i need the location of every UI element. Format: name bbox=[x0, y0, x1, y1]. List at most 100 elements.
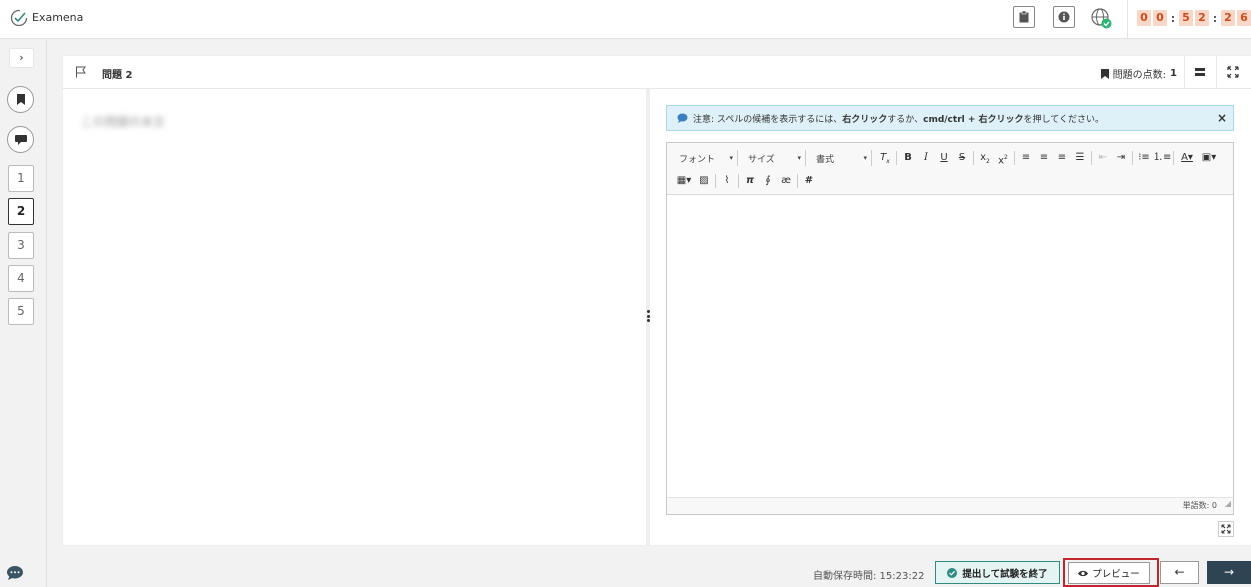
background-color-icon[interactable]: ▣▾ bbox=[1198, 150, 1220, 166]
next-question-button[interactable]: → bbox=[1207, 561, 1251, 584]
points-label: 問題の点数: bbox=[1112, 70, 1167, 81]
question-sidebar: › 1 2 3 4 5 bbox=[0, 40, 47, 587]
expand-sidebar-button[interactable]: › bbox=[9, 48, 34, 68]
align-left-icon[interactable]: ≡ bbox=[1017, 150, 1035, 166]
notice-suffix: を押してください。 bbox=[1023, 114, 1104, 125]
strikethrough-icon[interactable]: S bbox=[953, 150, 971, 166]
timer-digit: 6 bbox=[1237, 10, 1251, 26]
question-nav-4[interactable]: 4 bbox=[8, 265, 34, 292]
notice-combo: cmd/ctrl + 右クリック bbox=[923, 114, 1024, 125]
math-pi-icon[interactable]: π bbox=[741, 173, 759, 189]
superscript-icon[interactable]: x2 bbox=[994, 150, 1012, 166]
submit-exam-button[interactable]: 提出して試験を終了 bbox=[935, 561, 1060, 584]
code-block-icon[interactable]: # bbox=[800, 173, 818, 189]
expand-icon[interactable] bbox=[1226, 65, 1240, 79]
toolbar-row-1: フォント ▾ サイズ ▾ 書式 ▾ Tx B I U S x2 x2 ≡ ≡ ≡ ☰ … bbox=[673, 148, 1220, 168]
align-right-icon[interactable]: ≡ bbox=[1053, 150, 1071, 166]
clear-format-icon[interactable]: Tx bbox=[876, 150, 894, 166]
question-nav-3[interactable]: 3 bbox=[8, 232, 34, 259]
toolbar-separator bbox=[797, 174, 798, 188]
chat-icon[interactable] bbox=[6, 565, 24, 581]
notes-filter-button[interactable] bbox=[7, 126, 34, 153]
editor-content-area[interactable] bbox=[667, 195, 1233, 498]
bookmark-icon bbox=[16, 94, 25, 105]
format-select[interactable]: 書式 ▾ bbox=[810, 150, 872, 166]
italic-icon[interactable]: I bbox=[917, 150, 935, 166]
image-icon[interactable]: ▨ bbox=[695, 173, 713, 189]
timer-colon: : bbox=[1170, 11, 1176, 25]
timer-digit: 2 bbox=[1195, 10, 1209, 26]
indent-icon[interactable]: ⇥ bbox=[1112, 150, 1130, 166]
font-select[interactable]: フォント ▾ bbox=[673, 150, 738, 166]
timer-digit: 2 bbox=[1221, 10, 1235, 26]
clipboard-button[interactable] bbox=[1013, 6, 1035, 28]
comment-icon bbox=[677, 113, 688, 123]
question-nav-5[interactable]: 5 bbox=[8, 298, 34, 325]
size-select[interactable]: サイズ ▾ bbox=[742, 150, 806, 166]
align-justify-icon[interactable]: ☰ bbox=[1071, 150, 1089, 166]
splitter-handle-icon[interactable] bbox=[646, 310, 650, 322]
subscript-icon[interactable]: x2 bbox=[976, 150, 994, 166]
bookmarks-filter-button[interactable] bbox=[7, 86, 34, 113]
header-divider bbox=[1184, 56, 1185, 89]
word-count: 単語数: 0 ◢ bbox=[667, 497, 1233, 514]
header-divider bbox=[1216, 56, 1217, 89]
bold-icon[interactable]: B bbox=[899, 150, 917, 166]
clipboard-icon bbox=[1019, 11, 1029, 23]
align-center-icon[interactable]: ≡ bbox=[1035, 150, 1053, 166]
previous-question-button[interactable]: ← bbox=[1160, 561, 1199, 584]
preview-button[interactable]: プレビュー bbox=[1068, 562, 1150, 584]
resize-handle-icon[interactable]: ◢ bbox=[1225, 496, 1231, 512]
autosave-time: 自動保存時間: 15:23:22 bbox=[813, 571, 925, 582]
toolbar-separator bbox=[1091, 151, 1092, 165]
toolbar-separator bbox=[973, 151, 974, 165]
info-icon bbox=[1058, 11, 1070, 23]
text-color-icon[interactable]: A▾ bbox=[1176, 150, 1198, 166]
timer-colon: : bbox=[1212, 11, 1218, 25]
top-header: Examena 0 0 : 5 2 : 2 6 bbox=[0, 0, 1251, 39]
special-char-icon[interactable]: æ bbox=[777, 173, 795, 189]
outdent-icon[interactable]: ⇤ bbox=[1094, 150, 1112, 166]
flag-icon[interactable] bbox=[75, 66, 87, 78]
points-value: 1 bbox=[1170, 68, 1177, 79]
underline-icon[interactable]: U bbox=[935, 150, 953, 166]
bulleted-list-icon[interactable]: ⁝≡ bbox=[1135, 150, 1153, 166]
expand-icon bbox=[1221, 524, 1231, 534]
chemistry-icon[interactable]: ∮ bbox=[759, 173, 777, 189]
numbered-list-icon[interactable]: ⒈≡ bbox=[1153, 150, 1171, 166]
comment-icon bbox=[14, 134, 27, 145]
notice-prefix: 注意: スペルの候補を表示するには、 bbox=[693, 114, 843, 125]
editor-toolbar: フォント ▾ サイズ ▾ 書式 ▾ Tx B I U S x2 x2 ≡ ≡ ≡ ☰ … bbox=[667, 143, 1233, 195]
chevron-down-icon: ▾ bbox=[797, 154, 801, 162]
spellcheck-notice: 注意: スペルの候補を表示するには、 右クリック するか、 cmd/ctrl +… bbox=[666, 105, 1234, 131]
attachment-icon[interactable]: ⌇ bbox=[718, 173, 736, 189]
answer-editor: フォント ▾ サイズ ▾ 書式 ▾ Tx B I U S x2 x2 ≡ ≡ ≡ ☰ … bbox=[666, 142, 1234, 515]
timer-digit: 5 bbox=[1179, 10, 1193, 26]
preview-label: プレビュー bbox=[1092, 569, 1140, 580]
check-circle-icon bbox=[947, 567, 958, 578]
timer-divider bbox=[1127, 0, 1128, 39]
table-icon[interactable]: ▦▾ bbox=[673, 173, 695, 189]
question-points: 問題の点数: 1 bbox=[1100, 66, 1177, 81]
font-select-label: フォント bbox=[679, 154, 716, 165]
submit-exam-label: 提出して試験を終了 bbox=[962, 568, 1048, 580]
question-header: 問題 2 問題の点数: 1 bbox=[63, 56, 1251, 89]
editor-fullscreen-button[interactable] bbox=[1218, 521, 1234, 537]
chevron-down-icon: ▾ bbox=[729, 154, 733, 162]
network-status-icon[interactable] bbox=[1090, 7, 1114, 31]
question-nav-1[interactable]: 1 bbox=[8, 165, 34, 192]
question-title: 問題 2 bbox=[102, 70, 133, 81]
toolbar-separator bbox=[1173, 151, 1174, 165]
toolbar-separator bbox=[715, 174, 716, 188]
info-button[interactable] bbox=[1053, 6, 1075, 28]
toolbar-row-2: ▦▾ ▨ ⌇ π ∮ æ # bbox=[673, 171, 818, 191]
question-text: この問題の本文 bbox=[81, 115, 166, 129]
question-nav-2[interactable]: 2 bbox=[8, 198, 34, 225]
size-select-label: サイズ bbox=[748, 154, 775, 165]
timer-digit: 0 bbox=[1153, 10, 1167, 26]
examena-logo-icon bbox=[10, 9, 28, 27]
countdown-timer: 0 0 : 5 2 : 2 6 bbox=[1137, 9, 1251, 27]
close-notice-button[interactable]: × bbox=[1217, 111, 1227, 125]
notice-right-click: 右クリック bbox=[842, 114, 888, 125]
layout-toggle-icon[interactable] bbox=[1193, 65, 1207, 79]
